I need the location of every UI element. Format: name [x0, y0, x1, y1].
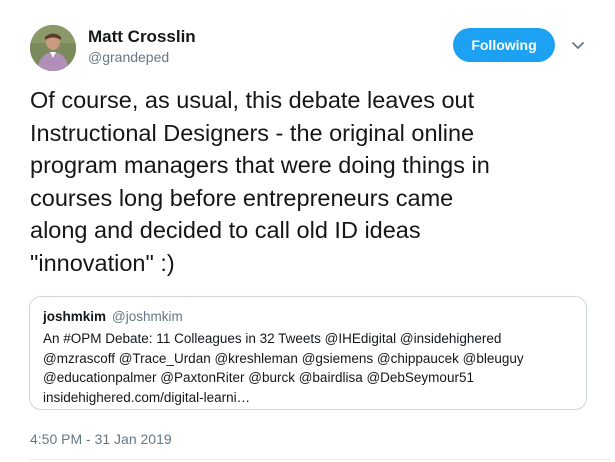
author-name[interactable]: Matt Crosslin — [88, 27, 196, 47]
tweet-timestamp[interactable]: 4:50 PM - 31 Jan 2019 — [30, 431, 172, 447]
following-button[interactable]: Following — [453, 28, 555, 62]
quoted-tweet-card[interactable]: joshmkim @joshmkim An #OPM Debate: 11 Co… — [29, 296, 587, 410]
divider — [30, 459, 610, 460]
chevron-down-glyph — [572, 42, 584, 49]
avatar[interactable] — [30, 25, 76, 71]
author-handle[interactable]: @grandeped — [88, 49, 169, 65]
quoted-author-handle: @joshmkim — [112, 309, 183, 324]
chevron-down-icon[interactable] — [570, 37, 586, 53]
quoted-tweet-text: An #OPM Debate: 11 Colleagues in 32 Twee… — [43, 331, 524, 405]
quoted-author-name: joshmkim — [43, 309, 107, 324]
profile-photo — [30, 25, 76, 71]
tweet-text: Of course, as usual, this debate leaves … — [30, 87, 490, 276]
